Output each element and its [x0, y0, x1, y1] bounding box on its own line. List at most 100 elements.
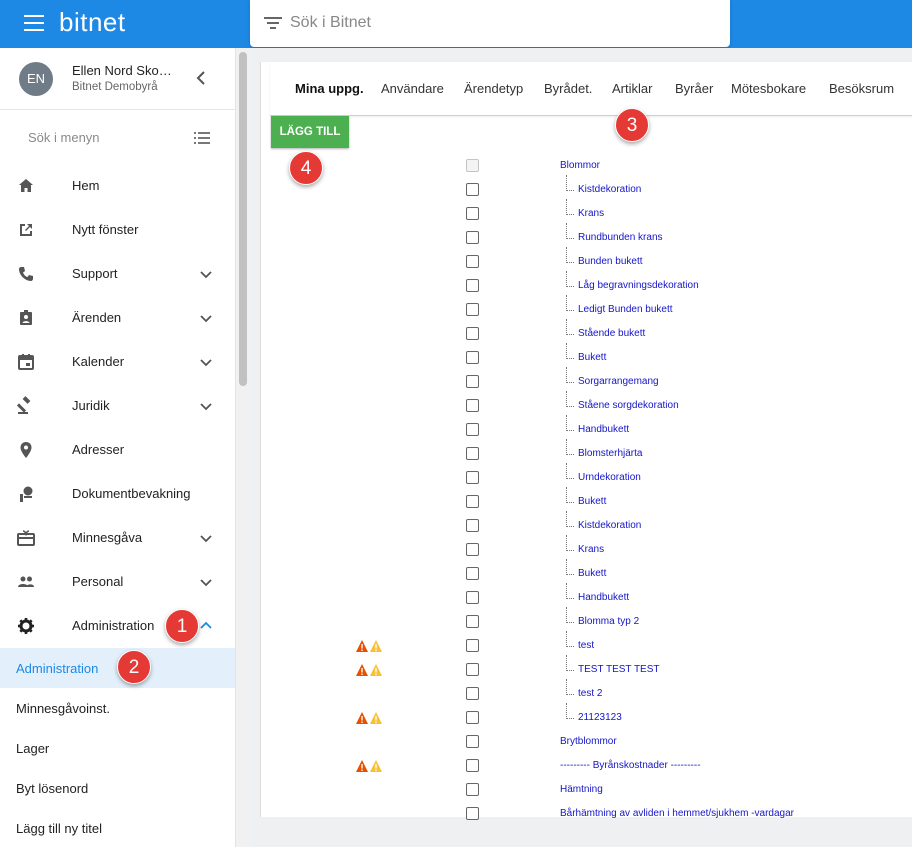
list-icon[interactable]: [194, 131, 210, 145]
article-link[interactable]: Kistdekoration: [578, 184, 641, 195]
article-checkbox[interactable]: [466, 687, 479, 700]
article-checkbox[interactable]: [466, 639, 479, 652]
chevron-down-icon[interactable]: [198, 354, 214, 370]
tab-byradet[interactable]: Byrådet.: [544, 81, 592, 96]
avatar[interactable]: EN: [19, 62, 53, 96]
article-checkbox[interactable]: [466, 303, 479, 316]
article-checkbox[interactable]: [466, 495, 479, 508]
article-checkbox[interactable]: [466, 735, 479, 748]
article-checkbox[interactable]: [466, 279, 479, 292]
global-search[interactable]: [250, 0, 730, 47]
article-link[interactable]: --------- Byrånskostnader ---------: [560, 760, 701, 771]
article-link[interactable]: Rundbunden krans: [578, 232, 663, 243]
article-link[interactable]: Blomma typ 2: [578, 616, 639, 627]
article-link[interactable]: Urndekoration: [578, 472, 641, 483]
add-article-button[interactable]: LÄGG TILL: [271, 116, 349, 148]
chevron-down-icon[interactable]: [198, 266, 214, 282]
article-checkbox[interactable]: [466, 759, 479, 772]
article-link[interactable]: Krans: [578, 208, 604, 219]
subnav-item-lagg-till-ny-titel[interactable]: Lägg till ny titel: [0, 808, 235, 847]
article-checkbox[interactable]: [466, 183, 479, 196]
chevron-up-icon[interactable]: [198, 618, 214, 634]
nav-item-support[interactable]: Support: [0, 252, 235, 296]
article-checkbox[interactable]: [466, 423, 479, 436]
article-link[interactable]: Låg begravningsdekoration: [578, 280, 699, 291]
nav-item-dokumentbevakning[interactable]: Dokumentbevakning: [0, 472, 235, 516]
article-checkbox[interactable]: [466, 711, 479, 724]
global-search-input[interactable]: [290, 8, 710, 38]
article-link[interactable]: Kistdekoration: [578, 520, 641, 531]
subnav-item-minnesgavoinst[interactable]: Minnesgåvoinst.: [0, 688, 235, 728]
article-link[interactable]: 21123123: [578, 712, 622, 723]
chevron-down-icon[interactable]: [198, 398, 214, 414]
article-link[interactable]: Stående bukett: [578, 328, 645, 339]
article-link[interactable]: Bårhämtning av avliden i hemmet/sjukhem …: [560, 808, 794, 819]
nav-item-hem[interactable]: Hem: [0, 164, 235, 208]
chevron-down-icon[interactable]: [198, 310, 214, 326]
tab-motesbokare[interactable]: Mötesbokare: [731, 81, 806, 96]
app-logo[interactable]: bitnet: [59, 7, 126, 38]
article-checkbox[interactable]: [466, 375, 479, 388]
sidebar-scrollbar-thumb[interactable]: [239, 52, 247, 386]
article-link[interactable]: Bukett: [578, 568, 606, 579]
article-checkbox[interactable]: [466, 567, 479, 580]
nav-item-juridik[interactable]: Juridik: [0, 384, 235, 428]
subnav-item-lager[interactable]: Lager: [0, 728, 235, 768]
article-checkbox[interactable]: [466, 591, 479, 604]
article-link[interactable]: Blommor: [560, 160, 600, 171]
nav-item-personal[interactable]: Personal: [0, 560, 235, 604]
article-checkbox[interactable]: [466, 447, 479, 460]
hamburger-menu-icon[interactable]: [24, 15, 44, 33]
article-link[interactable]: Ståene sorgdekoration: [578, 400, 679, 411]
article-checkbox[interactable]: [466, 255, 479, 268]
tree-connector: [566, 343, 574, 359]
nav-item-administration[interactable]: Administration: [0, 604, 235, 648]
article-link[interactable]: Handbukett: [578, 592, 629, 603]
tab-mina-uppg[interactable]: Mina uppg.: [295, 81, 364, 96]
article-link[interactable]: Bukett: [578, 496, 606, 507]
nav-item-minnesgava[interactable]: Minnesgåva: [0, 516, 235, 560]
tab-anvandare[interactable]: Användare: [381, 81, 444, 96]
article-link[interactable]: TEST TEST TEST: [578, 664, 660, 675]
nav-item-kalender[interactable]: Kalender: [0, 340, 235, 384]
article-link[interactable]: Hämtning: [560, 784, 603, 795]
article-checkbox[interactable]: [466, 543, 479, 556]
article-checkbox[interactable]: [466, 399, 479, 412]
subnav-item-byt-losenord[interactable]: Byt lösenord: [0, 768, 235, 808]
article-link[interactable]: Sorgarrangemang: [578, 376, 659, 387]
article-checkbox[interactable]: [466, 807, 479, 820]
article-checkbox[interactable]: [466, 351, 479, 364]
menu-search[interactable]: Sök i menyn: [0, 111, 235, 165]
article-checkbox[interactable]: [466, 471, 479, 484]
article-link[interactable]: Bukett: [578, 352, 606, 363]
article-checkbox[interactable]: [466, 231, 479, 244]
menu-search-placeholder[interactable]: Sök i menyn: [28, 130, 100, 145]
gift-card-icon: [17, 530, 35, 546]
article-checkbox[interactable]: [466, 615, 479, 628]
article-checkbox[interactable]: [466, 663, 479, 676]
article-link[interactable]: Krans: [578, 544, 604, 555]
nav-item-nytt-fonster[interactable]: Nytt fönster: [0, 208, 235, 252]
article-checkbox[interactable]: [466, 327, 479, 340]
chevron-left-icon[interactable]: [192, 68, 212, 88]
article-link[interactable]: Blomsterhjärta: [578, 448, 642, 459]
nav-item-adresser[interactable]: Adresser: [0, 428, 235, 472]
tree-connector: [566, 703, 574, 719]
chevron-down-icon[interactable]: [198, 530, 214, 546]
chevron-down-icon[interactable]: [198, 574, 214, 590]
article-checkbox[interactable]: [466, 519, 479, 532]
tab-byraer[interactable]: Byråer: [675, 81, 713, 96]
article-link[interactable]: test: [578, 640, 594, 651]
tab-arendetyp[interactable]: Ärendetyp: [464, 81, 523, 96]
article-link[interactable]: Bunden bukett: [578, 256, 643, 267]
tab-besoksrum[interactable]: Besöksrum: [829, 81, 894, 96]
nav-item-arenden[interactable]: Ärenden: [0, 296, 235, 340]
open-in-new-icon: [20, 224, 32, 236]
article-checkbox[interactable]: [466, 783, 479, 796]
article-link[interactable]: Ledigt Bunden bukett: [578, 304, 673, 315]
article-checkbox[interactable]: [466, 207, 479, 220]
tab-artiklar[interactable]: Artiklar: [612, 81, 652, 96]
article-link[interactable]: Handbukett: [578, 424, 629, 435]
article-link[interactable]: Brytblommor: [560, 736, 617, 747]
article-link[interactable]: test 2: [578, 688, 602, 699]
